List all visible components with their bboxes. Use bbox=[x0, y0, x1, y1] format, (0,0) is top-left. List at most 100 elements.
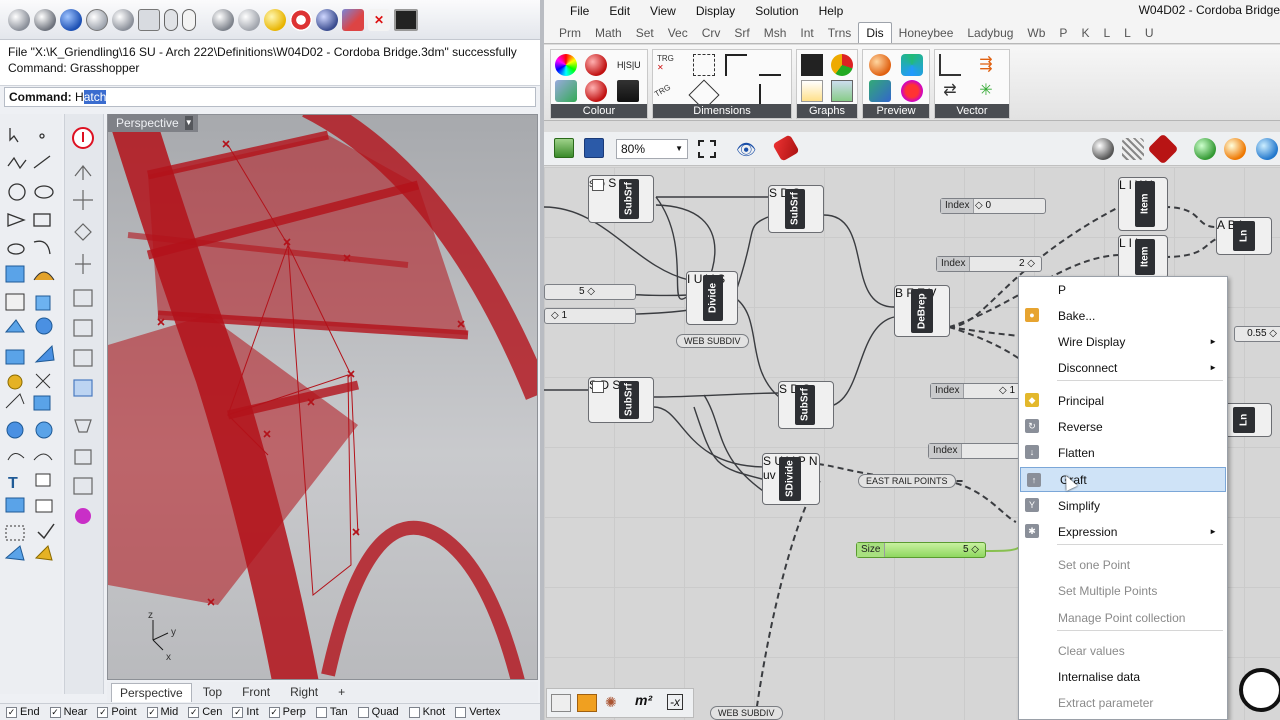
osnap-quad[interactable]: Quad bbox=[357, 706, 399, 718]
tab-top[interactable]: Top bbox=[194, 682, 231, 702]
line-component-1[interactable]: A B Ln L bbox=[1216, 217, 1272, 255]
osnap-checkbox[interactable]: ✓ bbox=[97, 706, 109, 718]
osnap-checkbox[interactable] bbox=[408, 706, 420, 718]
divide-component[interactable]: I U V Divide S bbox=[686, 271, 738, 325]
dimension-angular-icon[interactable] bbox=[693, 54, 715, 76]
menu-edit[interactable]: Edit bbox=[599, 4, 640, 18]
osnap-point[interactable]: ✓ Point bbox=[97, 706, 137, 718]
menu-item-p[interactable]: P bbox=[1019, 277, 1227, 302]
osnap-vertex[interactable]: Vertex bbox=[455, 706, 500, 718]
item-component-2[interactable]: L I Item i bbox=[1118, 235, 1168, 279]
tab-crv[interactable]: Crv bbox=[695, 23, 728, 43]
menu-help[interactable]: Help bbox=[809, 4, 854, 18]
index-slider-4[interactable]: Index bbox=[928, 443, 1020, 459]
shaded-globe-icon[interactable] bbox=[238, 8, 260, 31]
colour-wheel-icon[interactable] bbox=[555, 54, 577, 76]
tab-p[interactable]: P bbox=[1052, 23, 1074, 43]
graph-pie-icon[interactable] bbox=[831, 54, 853, 76]
vector-arrows-icon[interactable]: ⇶ bbox=[975, 54, 997, 76]
osnap-checkbox[interactable]: ✓ bbox=[146, 706, 158, 718]
osnap-checkbox[interactable]: ✓ bbox=[268, 706, 280, 718]
bake-icon[interactable] bbox=[1194, 138, 1216, 160]
sphere-wireframe-icon[interactable] bbox=[34, 8, 56, 31]
sdivide-component[interactable]: S U V SDivide P N uv bbox=[762, 453, 820, 505]
index-slider-1[interactable]: Index ◇ 0 bbox=[940, 198, 1046, 214]
zoom-dropdown[interactable]: 80% ▼ bbox=[616, 139, 688, 159]
menu-item-manage-point-collection[interactable]: Manage Point collection bbox=[1019, 605, 1227, 630]
graph-bar-icon[interactable] bbox=[801, 54, 823, 76]
render-teapot-icon[interactable] bbox=[316, 8, 338, 31]
menu-item-disconnect[interactable]: Disconnect ► bbox=[1019, 355, 1227, 380]
menu-item-graft[interactable]: ↑ Graft bbox=[1020, 467, 1226, 492]
colour-gradient-icon[interactable] bbox=[617, 80, 639, 102]
perspective-viewport[interactable]: z y x bbox=[107, 114, 538, 680]
index-slider-2[interactable]: Index 2 ◇ bbox=[936, 256, 1042, 272]
tab-l[interactable]: L bbox=[1096, 23, 1117, 43]
osnap-near[interactable]: ✓ Near bbox=[49, 706, 87, 718]
fire-icon[interactable]: ✺ bbox=[605, 694, 625, 712]
dimension-aligned-icon[interactable] bbox=[759, 54, 781, 76]
debrep-component[interactable]: B DeBrep F E V bbox=[894, 285, 950, 337]
tab-u[interactable]: U bbox=[1138, 23, 1161, 43]
tab-front[interactable]: Front bbox=[233, 682, 279, 702]
osnap-checkbox[interactable] bbox=[357, 706, 369, 718]
tab-wb[interactable]: Wb bbox=[1020, 23, 1052, 43]
grid-sphere-icon[interactable] bbox=[86, 8, 108, 31]
preview-cloud-icon[interactable] bbox=[901, 54, 923, 76]
preview-eye-icon[interactable]: 👁 bbox=[736, 140, 756, 160]
point-list-icon[interactable]: ⇄ bbox=[939, 80, 961, 102]
osnap-cen[interactable]: ✓ Cen bbox=[188, 706, 222, 718]
menu-item-set-multiple-points[interactable]: Set Multiple Points bbox=[1019, 578, 1227, 603]
menu-item-bake[interactable]: ● Bake... bbox=[1019, 303, 1227, 328]
tab-right[interactable]: Right bbox=[281, 682, 327, 702]
viewport-title[interactable]: Perspective ▼ bbox=[108, 114, 198, 132]
menu-item-expression[interactable]: ✱ Expression ► bbox=[1019, 519, 1227, 544]
tab-set[interactable]: Set bbox=[629, 23, 661, 43]
menu-item-reverse[interactable]: ↻ Reverse bbox=[1019, 414, 1227, 439]
dimension-linear-icon[interactable] bbox=[725, 54, 747, 76]
lock-sphere-icon[interactable] bbox=[138, 8, 160, 31]
osnap-int[interactable]: ✓ Int bbox=[232, 706, 259, 718]
colour-red-icon[interactable] bbox=[585, 54, 607, 76]
tab-srf[interactable]: Srf bbox=[727, 23, 756, 43]
hatch-icon[interactable] bbox=[577, 694, 597, 712]
vector-display-icon[interactable] bbox=[939, 54, 961, 76]
menu-item-wire-display[interactable]: Wire Display ► bbox=[1019, 329, 1227, 354]
web-subdiv-label-2[interactable]: WEB SUBDIV bbox=[710, 706, 783, 720]
colour-swatch-icon[interactable] bbox=[555, 80, 577, 102]
item-component-1[interactable]: L I W Item i bbox=[1118, 177, 1168, 231]
osnap-tan[interactable]: Tan bbox=[315, 706, 348, 718]
graph-mapper-icon[interactable] bbox=[831, 80, 853, 102]
globe-icon[interactable] bbox=[212, 8, 234, 31]
osnap-checkbox[interactable]: ✓ bbox=[232, 706, 244, 718]
sphere-icon[interactable] bbox=[8, 8, 30, 31]
size-slider[interactable]: Size 5 ◇ bbox=[856, 542, 986, 558]
osnap-checkbox[interactable]: ✓ bbox=[6, 706, 17, 718]
tag-icon[interactable]: TRG ✕ bbox=[657, 54, 679, 76]
tab-vec[interactable]: Vec bbox=[661, 23, 695, 43]
east-rail-points-label[interactable]: EAST RAIL POINTS bbox=[858, 474, 956, 488]
osnap-checkbox[interactable]: ✓ bbox=[49, 706, 61, 718]
osnap-knot[interactable]: Knot bbox=[408, 706, 445, 718]
number-slider-055[interactable]: 0.55 ◇ bbox=[1234, 326, 1280, 342]
subsrf-component-4[interactable]: S D SubSrf S bbox=[778, 381, 834, 429]
open-file-icon[interactable] bbox=[554, 138, 574, 158]
subsrf-component-2[interactable]: S D SubSrf S bbox=[768, 185, 824, 233]
expression-x-icon[interactable]: -x bbox=[667, 694, 683, 710]
capsule-icon[interactable] bbox=[164, 8, 178, 31]
capsule-outline-icon[interactable] bbox=[182, 8, 196, 31]
preview-mesh-icon[interactable] bbox=[869, 80, 891, 102]
menu-item-set-one-point[interactable]: Set one Point bbox=[1019, 552, 1227, 577]
vector-field-icon[interactable]: ✳ bbox=[975, 80, 997, 102]
save-file-icon[interactable] bbox=[584, 138, 604, 158]
sphere-tools-icon[interactable] bbox=[112, 8, 134, 31]
viewport-dropdown-icon[interactable]: ▼ bbox=[184, 116, 193, 130]
monitor-icon[interactable] bbox=[394, 8, 418, 31]
menu-item-internalise-data[interactable]: Internalise data bbox=[1019, 664, 1227, 689]
component-toggle-icon-3[interactable] bbox=[592, 381, 604, 393]
tab-honeybee[interactable]: Honeybee bbox=[892, 23, 961, 43]
preview-mesh-quality-icon[interactable] bbox=[1224, 138, 1246, 160]
area-icon[interactable]: m² bbox=[635, 692, 652, 708]
menu-item-flatten[interactable]: ↓ Flatten bbox=[1019, 440, 1227, 465]
preview-colour-icon[interactable] bbox=[1256, 138, 1278, 160]
